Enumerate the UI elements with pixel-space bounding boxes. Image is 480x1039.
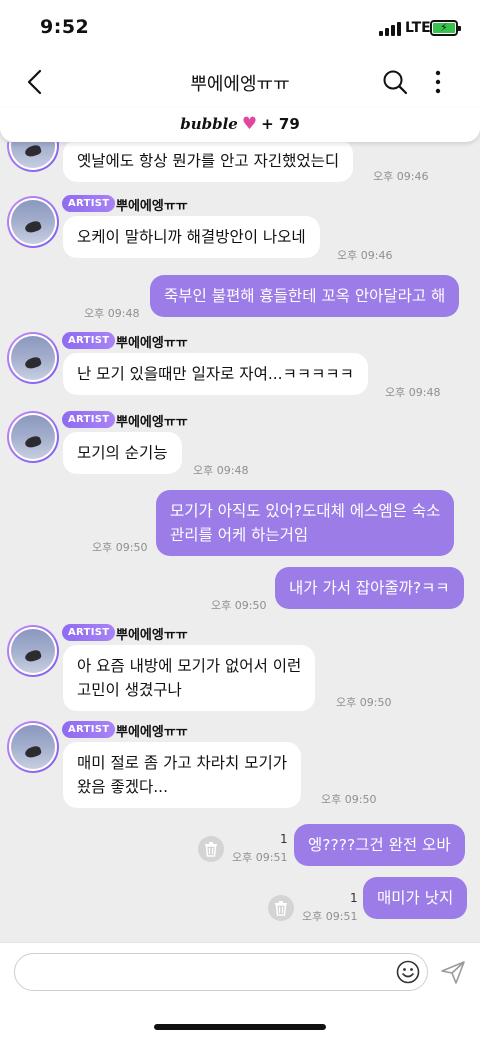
outgoing-message[interactable]: 엥????그건 완전 오바: [294, 824, 465, 866]
avatar[interactable]: [7, 142, 59, 172]
artist-badge: ARTIST: [62, 624, 116, 641]
artist-badge: ARTIST: [62, 721, 116, 738]
message-line: 왔음 좋겠다...: [77, 778, 169, 796]
send-icon[interactable]: [440, 959, 466, 985]
message-line: 고민이 생겼구나: [77, 681, 182, 699]
outgoing-message[interactable]: 죽부인 불편해 흉들한테 꼬옥 안아달라고 해: [150, 275, 460, 317]
outgoing-message[interactable]: 내가 가서 잡아줄까?ㅋㅋ: [275, 567, 464, 609]
incoming-message[interactable]: 오케이 말하니까 해결방안이 나오네: [63, 216, 320, 258]
artist-name: 뿌에에엥ㅠㅠ: [116, 415, 188, 430]
message-line: 매미 절로 좀 가고 차라치 모기가: [77, 754, 288, 772]
message-time: 오후 09:48: [193, 464, 249, 477]
artist-name: 뿌에에엥ㅠㅠ: [116, 628, 188, 643]
avatar[interactable]: [7, 625, 59, 677]
status-time: 9:52: [40, 16, 90, 38]
message-time: 오후 09:46: [337, 249, 393, 262]
message-time: 오후 09:50: [321, 793, 377, 806]
message-time: 오후 09:51: [302, 910, 358, 923]
avatar[interactable]: [7, 332, 59, 384]
incoming-message[interactable]: 난 모기 있을때만 일자로 자여...ㅋㅋㅋㅋㅋ: [63, 353, 368, 395]
message-time: 오후 09:48: [84, 307, 140, 320]
avatar[interactable]: [7, 721, 59, 773]
home-indicator: [154, 1024, 326, 1030]
heart-icon: ♥: [241, 114, 258, 134]
battery-icon: ⚡: [430, 20, 461, 36]
network-label: LTE: [405, 20, 431, 36]
avatar[interactable]: [7, 196, 59, 248]
bubble-subscription-bar[interactable]: bubble ♥ + 79: [0, 108, 480, 142]
artist-badge: ARTIST: [62, 332, 116, 349]
message-time: 오후 09:51: [232, 851, 288, 864]
search-icon[interactable]: [382, 69, 408, 95]
status-bar: 9:52 LTE ⚡: [0, 0, 480, 56]
artist-name: 뿌에에엥ㅠㅠ: [116, 336, 188, 351]
artist-badge: ARTIST: [62, 411, 116, 428]
unread-count: 1: [280, 832, 288, 846]
message-time: 오후 09:48: [385, 386, 441, 399]
outgoing-message[interactable]: 모기가 아직도 있어?도대체 에스엠은 숙소 관리를 어케 하는거임: [156, 490, 455, 556]
chat-header: 뿌에에엥ㅠㅠ: [0, 56, 480, 108]
avatar[interactable]: [7, 411, 59, 463]
more-vertical-icon[interactable]: [428, 68, 448, 96]
message-input-bar: [0, 942, 480, 1039]
artist-name: 뿌에에엥ㅠㅠ: [116, 199, 188, 214]
trash-icon[interactable]: [268, 895, 294, 921]
incoming-message[interactable]: 매미 절로 좀 가고 차라치 모기가 왔음 좋겠다...: [63, 742, 302, 808]
message-line: 아 요즘 내방에 모기가 없어서 이런: [77, 657, 302, 675]
artist-name: 뿌에에엥ㅠㅠ: [116, 725, 188, 740]
incoming-message[interactable]: 아 요즘 내방에 모기가 없어서 이런 고민이 생겼구나: [63, 645, 316, 711]
signal-icon: [379, 22, 401, 36]
chat-title: 뿌에에엥ㅠㅠ: [190, 74, 290, 95]
message-time: 오후 09:50: [92, 541, 148, 554]
chat-log[interactable]: 옛날에도 항상 뭔가를 안고 자긴했었는디 오후 09:46 ARTIST 뿌에…: [0, 142, 480, 942]
message-time: 오후 09:46: [373, 170, 429, 183]
bubble-count: + 79: [261, 115, 300, 133]
bubble-logo: bubble: [180, 115, 238, 133]
message-time: 오후 09:50: [211, 599, 267, 612]
artist-badge: ARTIST: [62, 195, 116, 212]
outgoing-message[interactable]: 매미가 낫지: [363, 877, 468, 919]
trash-icon[interactable]: [198, 836, 224, 862]
message-line: 모기가 아직도 있어?도대체 에스엠은 숙소: [170, 502, 441, 520]
smiley-icon[interactable]: [396, 960, 420, 984]
message-input[interactable]: [14, 953, 428, 991]
incoming-message[interactable]: 모기의 순기능: [63, 432, 182, 474]
message-time: 오후 09:50: [336, 696, 392, 709]
unread-count: 1: [350, 891, 358, 905]
incoming-message[interactable]: 옛날에도 항상 뭔가를 안고 자긴했었는디: [63, 142, 354, 182]
message-line: 관리를 어케 하는거임: [170, 526, 309, 544]
